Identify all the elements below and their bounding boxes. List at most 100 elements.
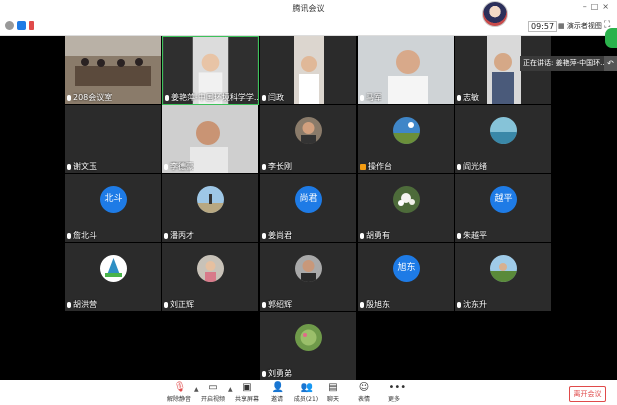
participant-name: 208会议室 (67, 92, 112, 103)
participant-name: 操作台 (360, 161, 392, 172)
avatar (295, 324, 322, 351)
mic-icon (360, 94, 364, 101)
participant-name: 谢文玉 (67, 161, 97, 172)
avatar (393, 117, 420, 144)
avatar (197, 186, 224, 213)
avatar: 旭东 (393, 255, 420, 282)
participant-tile[interactable]: 越平 朱越平 (455, 174, 551, 242)
participant-tile[interactable]: 尚君 姜尚君 (260, 174, 356, 242)
shield-icon[interactable] (17, 21, 26, 30)
title-bar: 腾讯会议 –□× (0, 0, 617, 18)
participant-tile[interactable]: 阎光绪 (455, 105, 551, 173)
meeting-info-bar: 09:57 ▦ 演示者视图 ⛶ (0, 18, 617, 36)
mic-icon (67, 163, 71, 170)
mic-icon (457, 232, 461, 239)
more-icon: ••• (388, 382, 407, 393)
participant-tile[interactable]: 郭绍辉 (260, 243, 356, 311)
participant-tile[interactable]: 李德豪 (162, 105, 258, 173)
avatar (295, 117, 322, 144)
participant-tile[interactable]: 刘正辉 (162, 243, 258, 311)
participant-tile[interactable]: 胡洪营 (65, 243, 161, 311)
participant-name: 潘丙才 (164, 230, 194, 241)
participant-name: 詹北斗 (67, 230, 97, 241)
view-mode-button[interactable]: ▦ 演示者视图 (558, 21, 602, 31)
mic-icon (360, 232, 364, 239)
mic-icon (262, 370, 266, 377)
avatar: 北斗 (100, 186, 127, 213)
leave-meeting-button[interactable]: 离开会议 (569, 386, 606, 402)
participant-name: 刘勇弟 (262, 368, 292, 379)
mic-icon (262, 232, 266, 239)
mic-icon (457, 163, 461, 170)
mic-icon (262, 94, 266, 101)
participant-name: 李德豪 (164, 161, 194, 172)
participant-name: 马军 (360, 92, 382, 103)
host-icon (360, 163, 366, 170)
camera-icon: ▭ (208, 382, 218, 393)
chat-icon: ▤ (328, 382, 338, 393)
signal-icon (29, 21, 34, 30)
window-controls: –□× (583, 2, 613, 11)
participant-tile[interactable]: 刘勇弟 (260, 312, 356, 380)
participant-name: 胡勇有 (360, 230, 390, 241)
participant-tile[interactable]: 操作台 (358, 105, 454, 173)
participant-tile[interactable]: 北斗 詹北斗 (65, 174, 161, 242)
participant-tile[interactable]: 208会议室 (65, 36, 161, 104)
wechat-icon[interactable] (605, 28, 617, 48)
participant-name: 胡洪营 (67, 299, 97, 310)
participant-name: 闫政 (262, 92, 284, 103)
mic-icon (164, 163, 168, 170)
participant-name: 姜艳萍-中国环境科学学... (165, 92, 258, 103)
mic-icon (67, 232, 71, 239)
chat-button[interactable]: ▤ 聊天 (316, 382, 350, 403)
members-icon: 👥 (300, 382, 313, 393)
share-screen-button[interactable]: ▣ 共享屏幕 (230, 382, 264, 403)
participant-tile[interactable]: 胡勇有 (358, 174, 454, 242)
mic-icon (457, 94, 461, 101)
participant-name: 郭绍辉 (262, 299, 292, 310)
emoji-icon: ☺ (358, 382, 370, 393)
participant-name: 阎光绪 (457, 161, 487, 172)
meeting-clock: 09:57 (528, 21, 558, 32)
participant-name: 刘正辉 (164, 299, 194, 310)
avatar (490, 117, 517, 144)
maximize-icon[interactable]: □ (591, 2, 603, 11)
participant-tile[interactable]: 潘丙才 (162, 174, 258, 242)
avatar (295, 255, 322, 282)
participant-name: 朱越平 (457, 230, 487, 241)
mic-icon (262, 301, 266, 308)
mic-muted-icon: 🎙 (173, 382, 187, 393)
participant-name: 沈东升 (457, 299, 487, 310)
self-avatar[interactable] (482, 1, 508, 27)
mic-icon (67, 94, 71, 101)
mic-icon (457, 301, 461, 308)
participant-tile[interactable]: 沈东升 (455, 243, 551, 311)
start-video-button[interactable]: ▭ 开启视频 (196, 382, 230, 403)
screen-share-icon: ▣ (242, 382, 252, 393)
collapse-icon[interactable]: ↶ (604, 56, 617, 71)
participant-tile[interactable]: 谢文玉 (65, 105, 161, 173)
invite-icon: 👤 (271, 382, 284, 393)
participant-tile[interactable]: 李长刚 (260, 105, 356, 173)
unmute-button[interactable]: 🎙 解除静音 (162, 382, 196, 403)
participant-tile[interactable]: 旭东 殷旭东 (358, 243, 454, 311)
speaking-indicator: 正在讲话: 姜艳萍-中国环... (520, 56, 607, 71)
more-button[interactable]: ••• 更多 (377, 382, 411, 403)
view-mode-label: 演示者视图 (566, 22, 602, 30)
participant-tile[interactable]: 马军 (358, 36, 454, 104)
minimize-icon[interactable]: – (583, 2, 591, 11)
info-icon[interactable] (5, 21, 14, 30)
close-icon[interactable]: × (602, 2, 613, 11)
avatar: 越平 (490, 186, 517, 213)
mic-icon (164, 301, 168, 308)
participant-name: 殷旭东 (360, 299, 390, 310)
avatar (490, 255, 517, 282)
avatar (100, 255, 127, 282)
emoji-button[interactable]: ☺ 表情 (347, 382, 381, 403)
mic-icon (165, 94, 169, 101)
mic-icon (360, 301, 364, 308)
mic-icon (67, 301, 71, 308)
participant-name: 姜尚君 (262, 230, 292, 241)
participant-tile[interactable]: 姜艳萍-中国环境科学学... (162, 36, 259, 105)
participant-tile[interactable]: 闫政 (260, 36, 356, 104)
